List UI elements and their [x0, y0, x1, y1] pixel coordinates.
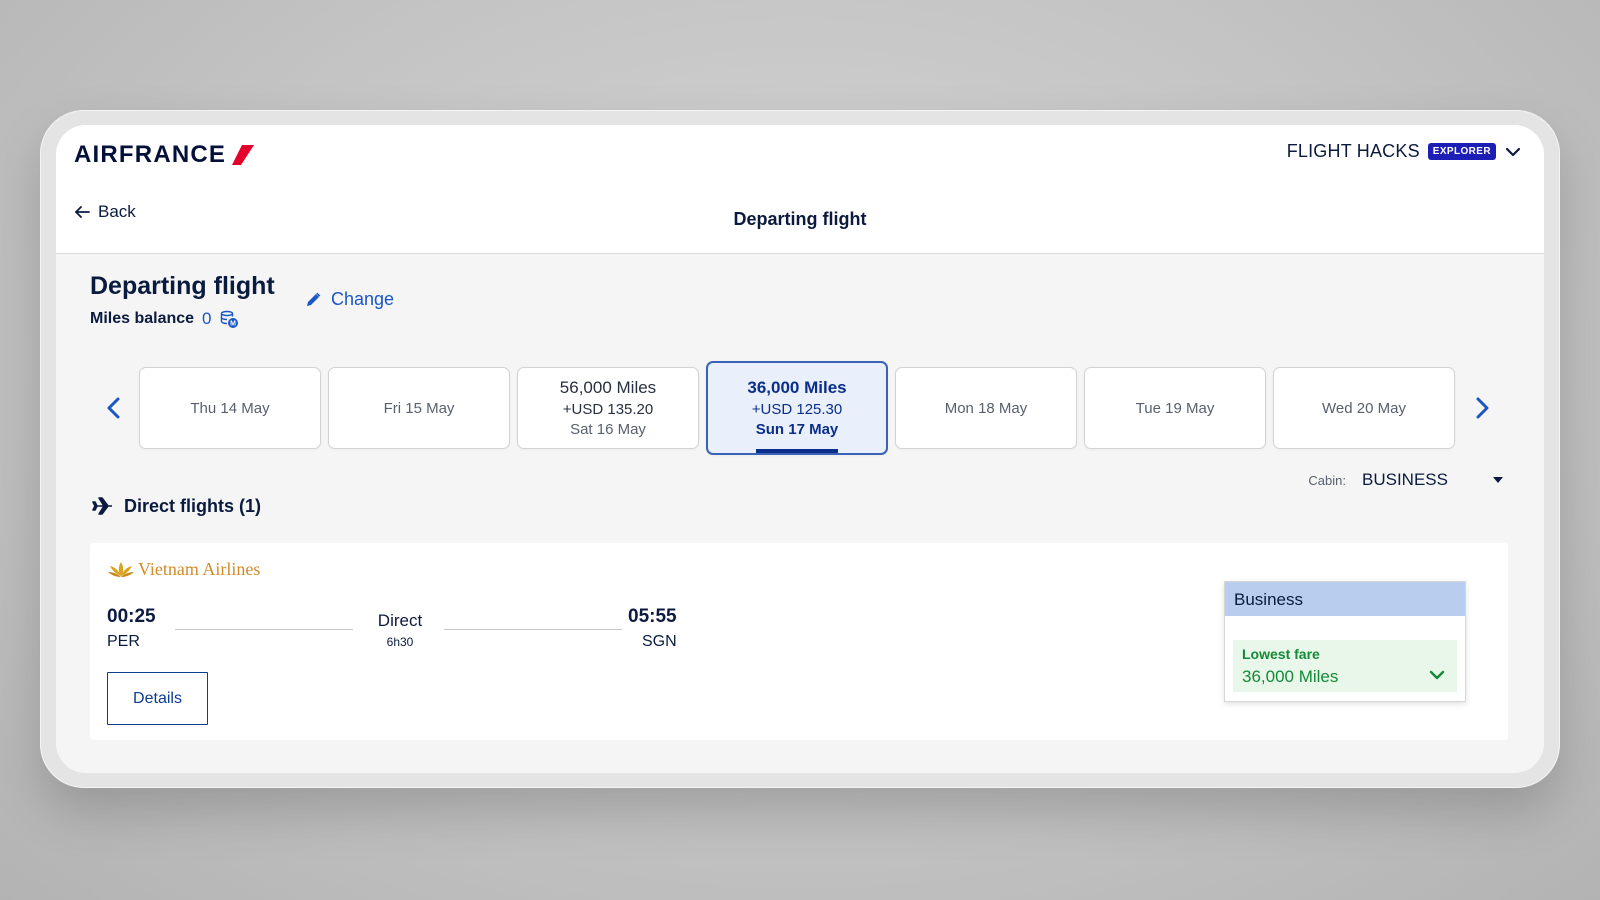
date-option-fri-15-may[interactable]: Fri 15 May — [328, 367, 510, 449]
lotus-icon — [108, 561, 134, 577]
arrival-time: 05:55 — [628, 606, 677, 627]
cabin-select[interactable]: Cabin: BUSINESS — [1308, 470, 1504, 490]
date-label: Sun 17 May — [755, 421, 839, 438]
date-miles-price: 56,000 Miles — [559, 378, 657, 397]
section-heading: Departing flight — [90, 272, 275, 300]
next-dates-arrow-icon[interactable] — [1468, 394, 1496, 422]
airline-logo: Vietnam Airlines — [107, 559, 260, 580]
change-button[interactable]: Change — [305, 289, 394, 310]
app-screen: AIRFRANCE FLIGHT HACKS EXPLORER Back Dep… — [56, 125, 1544, 773]
page-title: Departing flight — [733, 209, 867, 229]
miles-balance: Miles balance 0 M — [90, 309, 239, 329]
departure-time: 00:25 — [107, 606, 156, 627]
date-label: Sat 16 May — [570, 421, 646, 438]
date-label: Wed 20 May — [1322, 399, 1406, 417]
route-type: Direct — [377, 611, 423, 630]
flight-result-card: Vietnam Airlines 00:25 PER Direct 6h30 0… — [90, 543, 1508, 740]
fare-cabin-header: Business — [1225, 582, 1465, 616]
date-option-thu-14-may[interactable]: Thu 14 May — [139, 367, 321, 449]
arrival-airport: SGN — [642, 633, 677, 650]
logo-text: AIRFRANCE — [74, 141, 227, 168]
account-name: FLIGHT HACKS — [1286, 141, 1420, 161]
cabin-value: BUSINESS — [1362, 470, 1448, 489]
details-button[interactable]: Details — [107, 672, 208, 725]
caret-down-icon — [1493, 477, 1503, 483]
date-option-wed-20-may[interactable]: Wed 20 May — [1273, 367, 1455, 449]
date-usd-price: +USD 135.20 — [562, 401, 654, 418]
cabin-label: Cabin: — [1308, 472, 1346, 488]
direct-flights-title: Direct flights (1) — [124, 495, 262, 516]
airplane-icon — [92, 497, 112, 515]
fare-panel: Business Lowest fare 36,000 Miles — [1224, 581, 1466, 702]
svg-text:M: M — [230, 320, 236, 327]
miles-balance-label: Miles balance — [90, 310, 195, 327]
route-line-left — [175, 629, 353, 630]
date-usd-price: +USD 125.30 — [751, 401, 843, 418]
logo-stripe-icon — [232, 145, 255, 165]
date-option-mon-18-may[interactable]: Mon 18 May — [895, 367, 1077, 449]
lowest-fare-option[interactable]: Lowest fare 36,000 Miles — [1233, 640, 1457, 692]
pencil-icon — [307, 292, 321, 306]
departure-airport: PER — [107, 633, 140, 650]
top-bar: AIRFRANCE FLIGHT HACKS EXPLORER Back Dep… — [56, 125, 1544, 254]
date-miles-price: 36,000 Miles — [747, 378, 847, 397]
date-label: Thu 14 May — [190, 399, 270, 417]
direct-flights-heading: Direct flights (1) — [92, 495, 261, 517]
date-label: Fri 15 May — [383, 399, 455, 417]
route-line-right — [444, 629, 622, 630]
airfrance-logo[interactable]: AIRFRANCE — [74, 141, 255, 169]
chevron-down-icon — [1429, 670, 1445, 680]
date-option-sun-17-may-selected[interactable]: 36,000 Miles +USD 125.30 Sun 17 May — [706, 361, 888, 455]
airline-name: Vietnam Airlines — [138, 559, 261, 579]
change-label: Change — [331, 289, 395, 309]
chevron-down-icon — [1505, 147, 1521, 156]
flight-duration: 6h30 — [386, 635, 414, 649]
previous-dates-arrow-icon[interactable] — [100, 394, 128, 422]
date-label: Mon 18 May — [944, 399, 1028, 417]
miles-coins-icon: M — [220, 310, 238, 328]
tier-badge: EXPLORER — [1427, 143, 1496, 160]
date-label: Tue 19 May — [1135, 399, 1215, 417]
date-option-sat-16-may[interactable]: 56,000 Miles +USD 135.20 Sat 16 May — [517, 367, 699, 449]
miles-balance-value: 0 — [202, 309, 212, 328]
lowest-fare-value: 36,000 Miles — [1242, 667, 1339, 686]
date-option-tue-19-may[interactable]: Tue 19 May — [1084, 367, 1266, 449]
account-menu[interactable]: FLIGHT HACKS EXPLORER — [1287, 141, 1522, 162]
lowest-fare-label: Lowest fare — [1242, 646, 1320, 662]
